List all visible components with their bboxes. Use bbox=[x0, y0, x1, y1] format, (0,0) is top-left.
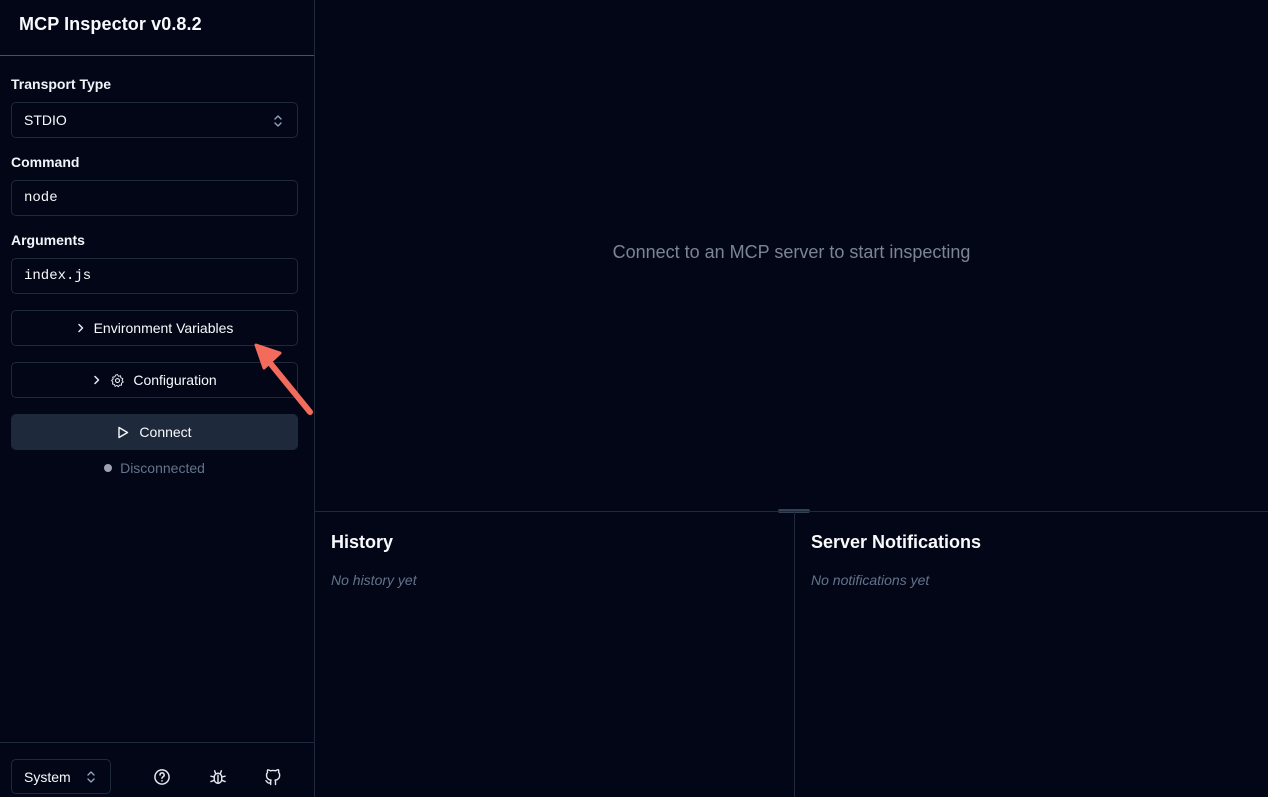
github-icon[interactable] bbox=[263, 767, 283, 787]
connection-status: Disconnected bbox=[11, 460, 298, 476]
help-icon[interactable] bbox=[152, 767, 172, 787]
theme-value: System bbox=[24, 768, 71, 785]
command-input[interactable]: node bbox=[11, 180, 298, 216]
bottom-panels: History No history yet Server Notificati… bbox=[315, 511, 1268, 797]
sidebar-footer: System bbox=[0, 742, 314, 797]
chevron-up-down-icon bbox=[274, 115, 282, 127]
arguments-label: Arguments bbox=[11, 232, 85, 248]
transport-type-select[interactable]: STDIO bbox=[11, 102, 298, 138]
history-empty: No history yet bbox=[331, 572, 417, 588]
server-notifications-panel: Server Notifications No notifications ye… bbox=[795, 512, 1268, 797]
connect-label: Connect bbox=[139, 424, 192, 440]
annotation-arrow-icon bbox=[254, 343, 313, 415]
command-label: Command bbox=[11, 154, 80, 170]
status-text: Disconnected bbox=[120, 460, 205, 476]
chevron-up-down-icon bbox=[87, 771, 95, 783]
chevron-right-icon bbox=[94, 375, 100, 385]
arguments-input[interactable]: index.js bbox=[11, 258, 298, 294]
server-notifications-title: Server Notifications bbox=[811, 532, 982, 552]
configuration-label: Configuration bbox=[133, 372, 217, 388]
transport-type-label: Transport Type bbox=[11, 76, 112, 92]
environment-variables-label: Environment Variables bbox=[93, 320, 234, 336]
main-content: Connect to an MCP server to start inspec… bbox=[315, 0, 1268, 511]
theme-select[interactable]: System bbox=[11, 759, 111, 794]
chevron-right-icon bbox=[77, 323, 83, 333]
sidebar-header: MCP Inspector v0.8.2 bbox=[0, 0, 314, 56]
server-notifications-empty: No notifications yet bbox=[811, 572, 930, 588]
app-root: MCP Inspector v0.8.2 Transport Type STDI… bbox=[0, 0, 1268, 797]
history-title: History bbox=[331, 532, 394, 552]
transport-type-value: STDIO bbox=[24, 112, 67, 128]
empty-state-message: Connect to an MCP server to start inspec… bbox=[612, 242, 971, 262]
status-dot bbox=[104, 464, 113, 472]
play-icon bbox=[118, 426, 129, 438]
app-title: MCP Inspector v0.8.2 bbox=[19, 14, 202, 34]
gear-icon bbox=[111, 373, 125, 387]
bug-icon[interactable] bbox=[208, 767, 228, 787]
history-panel: History No history yet bbox=[315, 512, 795, 797]
